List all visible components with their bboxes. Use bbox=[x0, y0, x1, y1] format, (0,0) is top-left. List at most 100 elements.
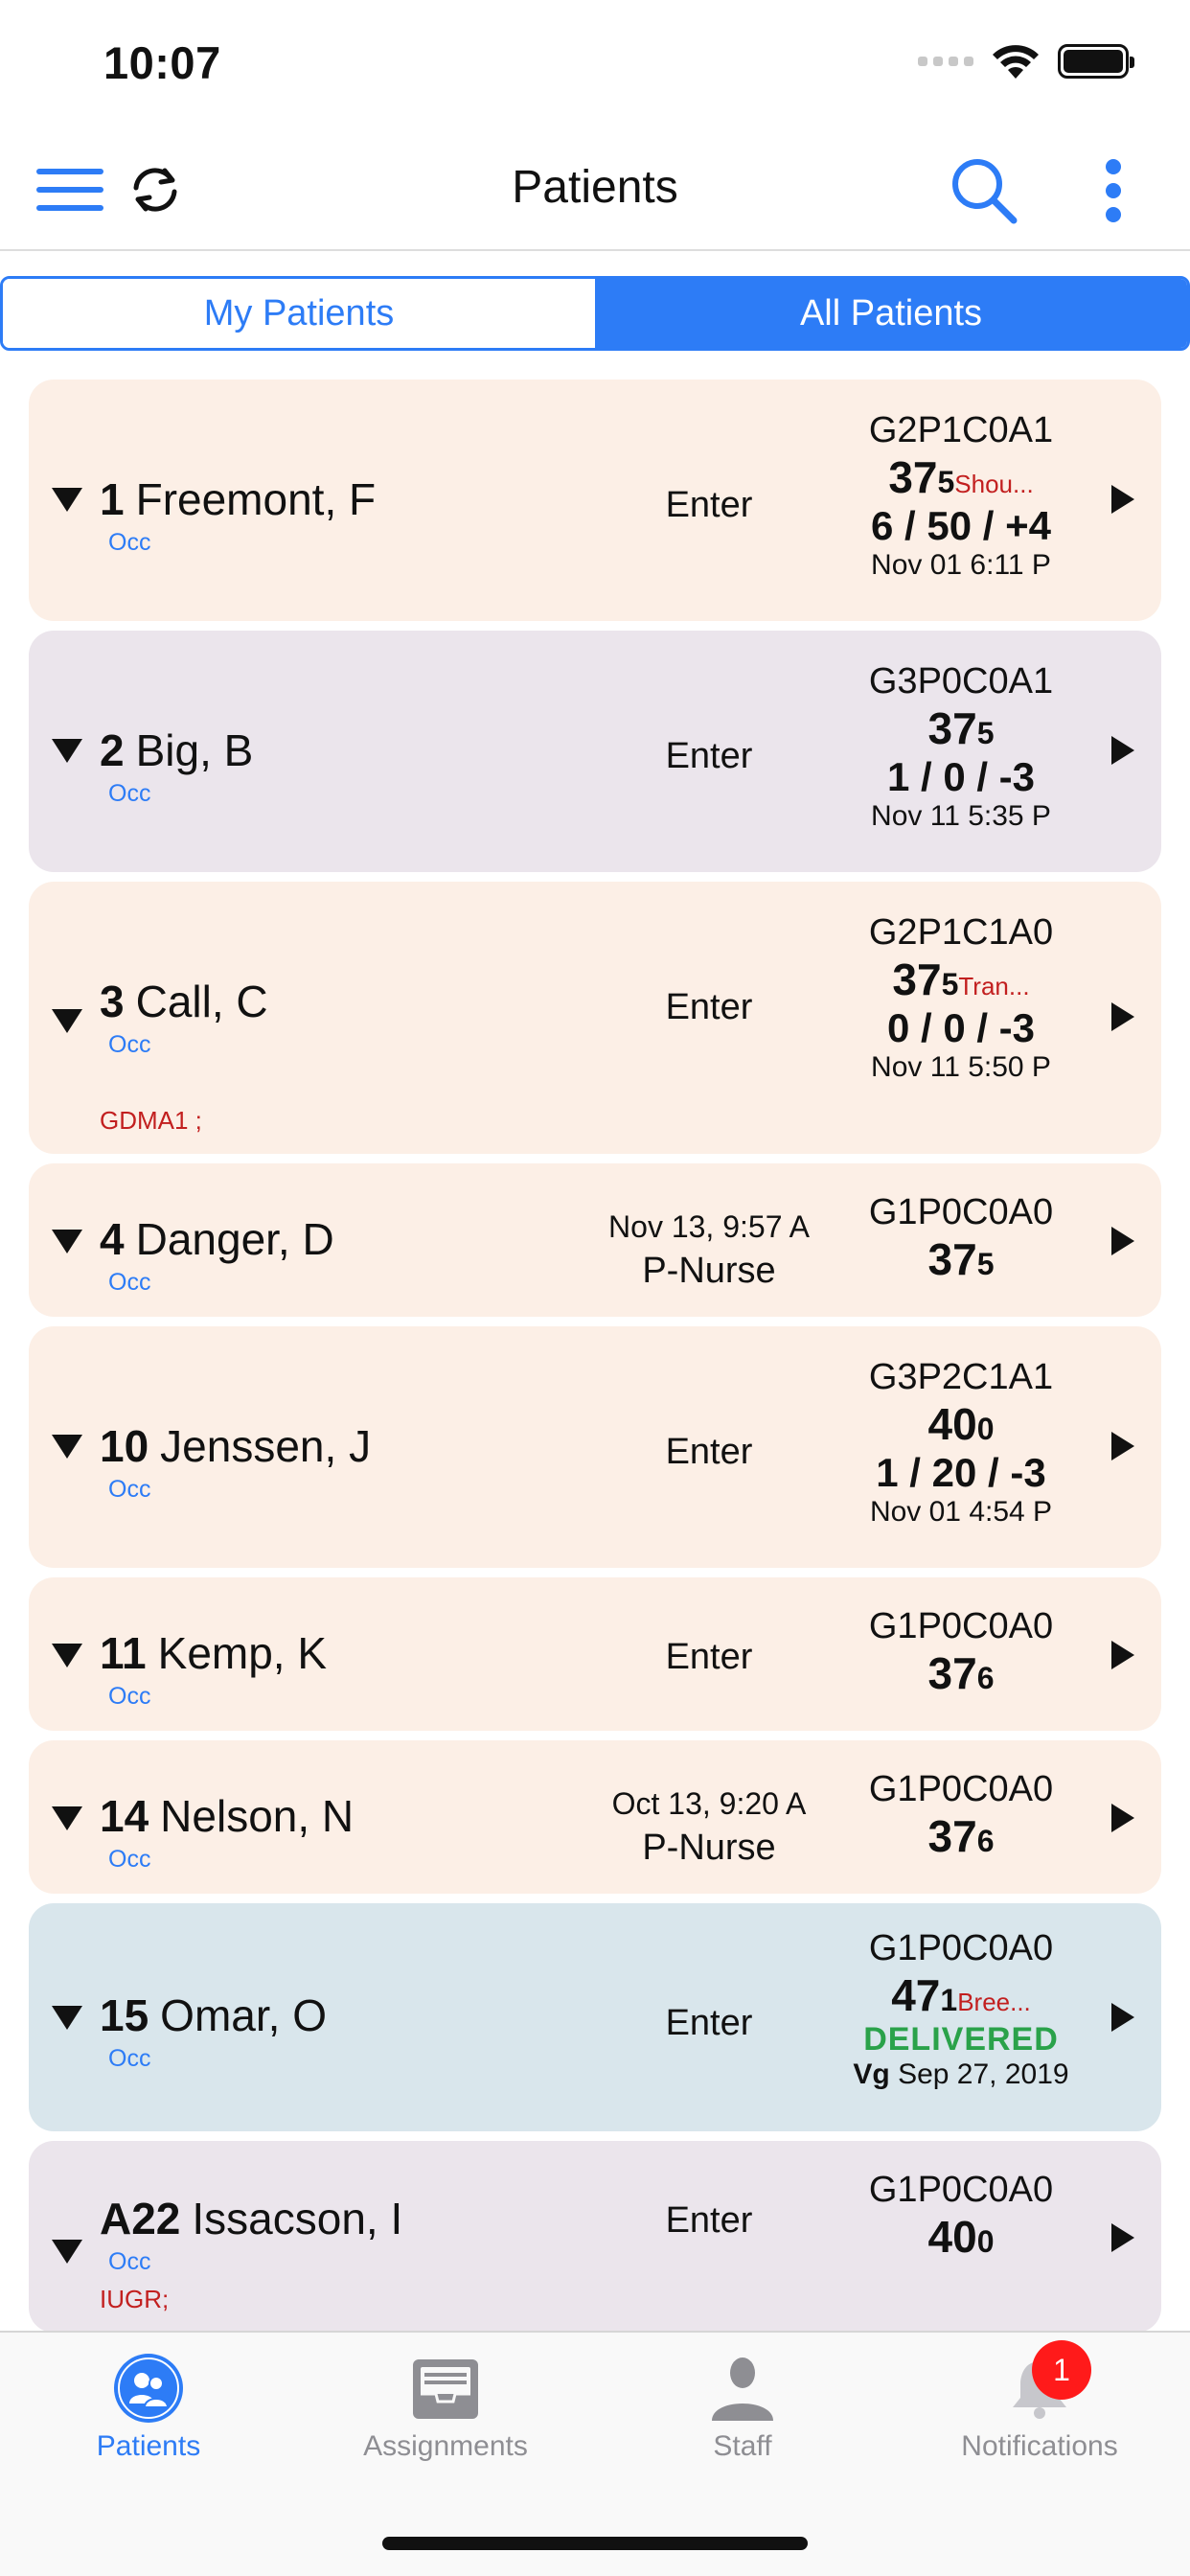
obstetric-summary: G1P0C0A0 400 bbox=[814, 2170, 1108, 2263]
battery-icon bbox=[1058, 44, 1134, 79]
obstetric-summary: G2P1C0A1 375Shou... 6 / 50 / +4 Nov 01 6… bbox=[814, 410, 1108, 582]
patient-name: 15 Omar, O bbox=[100, 1990, 327, 2040]
diagnosis-label: GDMA1 ; bbox=[100, 1106, 202, 1135]
chevron-right-icon[interactable] bbox=[1110, 483, 1136, 516]
gpal-value: G3P2C1A1 bbox=[868, 1357, 1054, 1397]
gestational-age: 471Bree... bbox=[891, 1970, 1031, 2020]
expand-triangle-icon[interactable] bbox=[50, 1804, 84, 1832]
chevron-right-icon[interactable] bbox=[1110, 1639, 1136, 1671]
obstetric-summary: G3P0C0A1 375 1 / 0 / -3 Nov 11 5:35 P bbox=[814, 661, 1108, 833]
cervical-exam: 1 / 0 / -3 bbox=[886, 754, 1036, 799]
occ-label: Occ bbox=[108, 780, 151, 807]
expand-triangle-icon[interactable] bbox=[50, 485, 84, 514]
chevron-right-icon[interactable] bbox=[1110, 1000, 1136, 1033]
occ-label: Occ bbox=[108, 2045, 151, 2072]
exam-timestamp: Nov 01 6:11 P bbox=[871, 549, 1051, 581]
chevron-right-icon[interactable] bbox=[1110, 1225, 1136, 1257]
refresh-icon[interactable] bbox=[126, 161, 184, 218]
action-cell: Nov 13, 9:57 A P-Nurse bbox=[565, 1209, 853, 1292]
notification-badge: 1 bbox=[1032, 2340, 1091, 2400]
patient-row[interactable]: A22 Issacson, I Occ IUGR; Enter G1P0C0A0 … bbox=[29, 2141, 1161, 2333]
exam-timestamp: Nov 11 5:50 P bbox=[871, 1051, 1051, 1083]
enter-label[interactable]: Enter bbox=[565, 485, 853, 526]
assignment-date: Oct 13, 9:20 A bbox=[611, 1786, 807, 1821]
obstetric-summary: G2P1C1A0 375Tran... 0 / 0 / -3 Nov 11 5:… bbox=[814, 912, 1108, 1084]
patient-row[interactable]: 4 Danger, D Occ Nov 13, 9:57 A P-Nurse G1… bbox=[29, 1163, 1161, 1317]
more-options-icon[interactable] bbox=[1100, 159, 1129, 222]
patient-name: 14 Nelson, N bbox=[100, 1791, 355, 1841]
action-cell: Enter bbox=[565, 1637, 853, 1678]
patient-filter-segmented-control: My Patients All Patients bbox=[0, 276, 1190, 351]
patient-row[interactable]: 10 Jenssen, J Occ Enter G3P2C1A1 400 1 / … bbox=[29, 1326, 1161, 1568]
nav-bar: Patients bbox=[0, 126, 1190, 251]
assignment-date: Nov 13, 9:57 A bbox=[608, 1209, 810, 1244]
patient-name: 2 Big, B bbox=[100, 725, 254, 775]
patient-name: 4 Danger, D bbox=[100, 1214, 334, 1264]
gestational-age: 376 bbox=[927, 1648, 995, 1698]
patient-row[interactable]: 15 Omar, O Occ Enter G1P0C0A0 471Bree... … bbox=[29, 1903, 1161, 2131]
expand-triangle-icon[interactable] bbox=[50, 2237, 84, 2266]
tab-label: Patients bbox=[96, 2430, 201, 2462]
expand-triangle-icon[interactable] bbox=[50, 2003, 84, 2032]
action-cell: Enter bbox=[565, 485, 853, 526]
tab-label: Assignments bbox=[363, 2430, 528, 2462]
primary-nurse-label[interactable]: P-Nurse bbox=[565, 1251, 853, 1292]
enter-label[interactable]: Enter bbox=[565, 1432, 853, 1473]
chevron-right-icon[interactable] bbox=[1110, 1802, 1136, 1834]
gpal-value: G1P0C0A0 bbox=[868, 1606, 1054, 1646]
wifi-icon bbox=[993, 45, 1039, 79]
cervical-exam: 6 / 50 / +4 bbox=[871, 503, 1051, 548]
bell-icon: 1 bbox=[1003, 2340, 1091, 2425]
enter-label[interactable]: Enter bbox=[565, 987, 853, 1028]
chevron-right-icon[interactable] bbox=[1110, 2001, 1136, 2034]
primary-nurse-label[interactable]: P-Nurse bbox=[565, 1828, 853, 1869]
patient-name: A22 Issacson, I bbox=[100, 2194, 403, 2243]
tab-assignments[interactable]: Assignments bbox=[297, 2352, 594, 2463]
enter-label[interactable]: Enter bbox=[565, 1637, 853, 1678]
obstetric-summary: G3P2C1A1 400 1 / 20 / -3 Nov 01 4:54 P bbox=[814, 1357, 1108, 1529]
gpal-value: G1P0C0A0 bbox=[868, 2170, 1054, 2210]
enter-label[interactable]: Enter bbox=[565, 2200, 853, 2242]
occ-label: Occ bbox=[108, 529, 151, 556]
patient-row[interactable]: 11 Kemp, K Occ Enter G1P0C0A0 376 bbox=[29, 1577, 1161, 1731]
expand-triangle-icon[interactable] bbox=[50, 1432, 84, 1460]
tab-notifications[interactable]: 1 Notifications bbox=[891, 2340, 1188, 2463]
expand-triangle-icon[interactable] bbox=[50, 1006, 84, 1035]
patient-name: 11 Kemp, K bbox=[100, 1628, 328, 1678]
occ-label: Occ bbox=[108, 1031, 151, 1058]
status-icons bbox=[918, 42, 1134, 80]
chevron-right-icon[interactable] bbox=[1110, 1430, 1136, 1462]
action-cell: Oct 13, 9:20 A P-Nurse bbox=[565, 1786, 853, 1869]
inbox-tray-icon bbox=[409, 2352, 482, 2425]
expand-triangle-icon[interactable] bbox=[50, 736, 84, 765]
occ-label: Occ bbox=[108, 1476, 151, 1503]
obstetric-summary: G1P0C0A0 471Bree... DELIVERED Vg Sep 27,… bbox=[814, 1928, 1108, 2091]
action-cell: Enter bbox=[565, 2200, 853, 2242]
tab-patients[interactable]: Patients bbox=[0, 2352, 297, 2463]
patient-name: 1 Freemont, F bbox=[100, 474, 377, 524]
action-cell: Enter bbox=[565, 1432, 853, 1473]
gpal-value: G2P1C1A0 bbox=[868, 912, 1054, 953]
obstetric-summary: G1P0C0A0 376 bbox=[814, 1606, 1108, 1699]
enter-label[interactable]: Enter bbox=[565, 736, 853, 777]
segment-all-patients[interactable]: All Patients bbox=[595, 279, 1187, 348]
search-icon[interactable] bbox=[949, 155, 1019, 226]
segment-my-patients[interactable]: My Patients bbox=[3, 279, 595, 348]
patient-row[interactable]: 3 Call, C Occ GDMA1 ; Enter G2P1C1A0 375T… bbox=[29, 882, 1161, 1154]
expand-triangle-icon[interactable] bbox=[50, 1641, 84, 1669]
patient-row[interactable]: 2 Big, B Occ Enter G3P0C0A1 375 1 / 0 / -… bbox=[29, 631, 1161, 872]
cervical-exam: 1 / 20 / -3 bbox=[876, 1450, 1046, 1495]
tab-staff[interactable]: Staff bbox=[594, 2352, 891, 2463]
chevron-right-icon[interactable] bbox=[1110, 2221, 1136, 2254]
hamburger-menu-icon[interactable] bbox=[36, 169, 105, 211]
patient-row[interactable]: 1 Freemont, F Occ Enter G2P1C0A1 375Shou.… bbox=[29, 380, 1161, 621]
diagnosis-label: IUGR; bbox=[100, 2285, 170, 2313]
gestational-age: 400 bbox=[927, 1399, 995, 1449]
patient-row[interactable]: 14 Nelson, N Occ Oct 13, 9:20 A P-Nurse G… bbox=[29, 1740, 1161, 1894]
tab-label: Staff bbox=[713, 2430, 772, 2462]
enter-label[interactable]: Enter bbox=[565, 2003, 853, 2044]
gestational-age: 400 bbox=[927, 2212, 995, 2262]
action-cell: Enter bbox=[565, 736, 853, 777]
chevron-right-icon[interactable] bbox=[1110, 734, 1136, 767]
expand-triangle-icon[interactable] bbox=[50, 1227, 84, 1255]
